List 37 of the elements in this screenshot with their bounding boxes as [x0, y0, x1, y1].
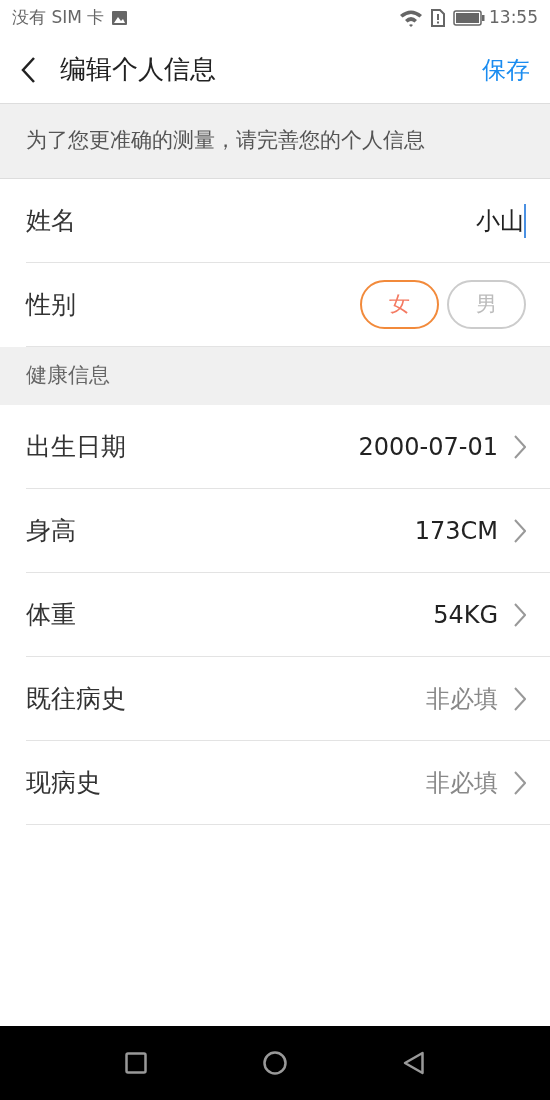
back-icon[interactable]	[20, 55, 36, 84]
field-label: 姓名	[26, 204, 76, 237]
field-label: 出生日期	[26, 430, 126, 463]
notice-text: 为了您更准确的测量，请完善您的个人信息	[26, 127, 425, 155]
placeholder-text: 非必填	[426, 683, 498, 715]
list-item[interactable]: 现病史 非必填	[26, 741, 550, 825]
field-label: 体重	[26, 598, 76, 631]
field-value: 54KG	[433, 599, 498, 631]
section-title: 健康信息	[26, 362, 110, 390]
field-label: 既往病史	[26, 682, 126, 715]
chevron-icon	[514, 434, 526, 459]
chevron-icon	[514, 518, 526, 543]
page-title: 编辑个人信息	[60, 53, 216, 86]
text-cursor	[524, 203, 526, 238]
field-label: 性别	[26, 288, 76, 321]
chevron-icon	[514, 770, 526, 795]
image-icon	[112, 11, 128, 25]
field-value: 173CM	[414, 515, 498, 547]
chevron-icon	[514, 686, 526, 711]
list-item[interactable]: 出生日期 2000-07-01	[26, 405, 550, 489]
carrier-text: 没有 SIM 卡	[12, 6, 105, 30]
field-label: 身高	[26, 514, 76, 547]
placeholder-text: 非必填	[426, 767, 498, 799]
field-value: 2000-07-01	[358, 431, 498, 463]
list-item[interactable]: 身高 173CM	[26, 489, 550, 573]
back-icon[interactable]	[403, 1051, 425, 1075]
recents-icon[interactable]	[125, 1052, 147, 1074]
list-item[interactable]: 既往病史 非必填	[26, 657, 550, 741]
field-label: 现病史	[26, 766, 101, 799]
battery-icon	[453, 10, 485, 26]
chevron-icon	[514, 602, 526, 627]
wifi-icon	[399, 9, 423, 27]
clock-text: 13:55	[489, 6, 538, 30]
home-icon[interactable]	[263, 1051, 287, 1075]
list-item[interactable]: 体重 54KG	[26, 573, 550, 657]
sim-alert-icon	[431, 9, 445, 27]
name-field[interactable]: 小山	[476, 202, 524, 239]
